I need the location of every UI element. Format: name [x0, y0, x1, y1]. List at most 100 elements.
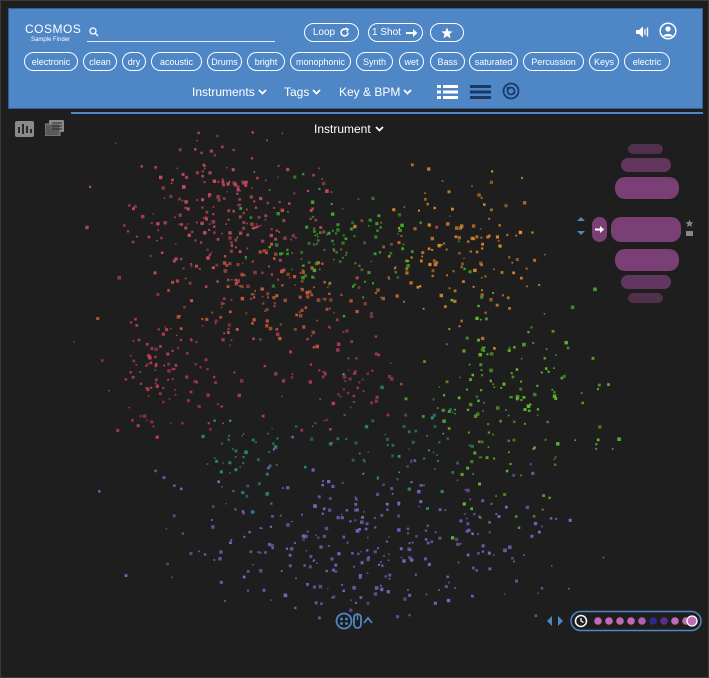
sample-point[interactable]: [381, 564, 384, 567]
sample-point[interactable]: [456, 542, 460, 546]
sample-point[interactable]: [170, 182, 173, 185]
sample-point[interactable]: [446, 437, 449, 440]
sample-point[interactable]: [457, 561, 460, 564]
sample-point[interactable]: [515, 397, 519, 401]
sample-point[interactable]: [128, 204, 131, 207]
sample-point[interactable]: [481, 544, 485, 548]
sample-point[interactable]: [189, 551, 193, 555]
sample-point[interactable]: [198, 267, 201, 270]
sample-point[interactable]: [419, 484, 423, 487]
sample-point[interactable]: [411, 250, 414, 253]
sample-point[interactable]: [234, 456, 237, 458]
sample-point[interactable]: [511, 375, 515, 379]
sample-point[interactable]: [498, 244, 502, 248]
sample-point[interactable]: [179, 338, 183, 342]
sample-point[interactable]: [202, 217, 205, 219]
sample-point[interactable]: [185, 175, 189, 179]
sample-point[interactable]: [257, 215, 261, 219]
sample-point[interactable]: [488, 217, 491, 220]
sample-point[interactable]: [493, 554, 495, 556]
sample-point[interactable]: [414, 429, 418, 433]
sample-point[interactable]: [209, 149, 213, 153]
sample-point[interactable]: [153, 271, 157, 275]
sample-point[interactable]: [267, 466, 270, 470]
sample-point[interactable]: [276, 437, 279, 440]
sample-point[interactable]: [319, 545, 323, 549]
sample-point[interactable]: [311, 425, 314, 428]
sample-point[interactable]: [196, 199, 199, 202]
sample-point[interactable]: [273, 302, 276, 305]
sample-point[interactable]: [221, 145, 224, 149]
sample-point[interactable]: [399, 547, 403, 551]
sample-point[interactable]: [411, 440, 415, 444]
sample-point[interactable]: [360, 268, 364, 272]
history-dot[interactable]: [616, 617, 624, 625]
sample-point[interactable]: [340, 516, 344, 520]
sample-point[interactable]: [419, 285, 422, 288]
sample-point[interactable]: [322, 297, 324, 300]
sample-point[interactable]: [316, 562, 318, 564]
sample-point[interactable]: [286, 523, 290, 527]
sample-point[interactable]: [438, 589, 440, 591]
sample-point[interactable]: [353, 508, 357, 512]
sample-point[interactable]: [264, 551, 267, 554]
sample-point[interactable]: [194, 363, 197, 366]
sample-point[interactable]: [611, 448, 614, 450]
sample-point[interactable]: [242, 456, 245, 459]
waveform-preview[interactable]: [628, 144, 663, 154]
sample-point[interactable]: [321, 178, 323, 180]
sample-point[interactable]: [408, 593, 412, 597]
sample-point[interactable]: [273, 206, 276, 209]
sample-point[interactable]: [234, 282, 239, 286]
sample-point[interactable]: [562, 374, 566, 378]
sample-point[interactable]: [178, 148, 182, 152]
sample-point[interactable]: [175, 243, 177, 246]
sample-point[interactable]: [354, 262, 357, 265]
sample-point[interactable]: [397, 501, 401, 505]
sample-point[interactable]: [161, 186, 165, 190]
sample-point[interactable]: [316, 242, 319, 245]
sample-point[interactable]: [266, 292, 270, 296]
sample-point[interactable]: [204, 285, 208, 288]
sample-point[interactable]: [226, 167, 228, 169]
sample-point[interactable]: [496, 406, 500, 410]
sample-point[interactable]: [167, 289, 170, 292]
tag-percussion[interactable]: Percussion: [523, 52, 584, 71]
waveform-view-icon[interactable]: [15, 121, 34, 137]
sample-point[interactable]: [498, 224, 501, 227]
sample-point[interactable]: [252, 293, 255, 296]
sample-point[interactable]: [520, 399, 523, 402]
sample-point[interactable]: [471, 185, 473, 187]
tag-clean[interactable]: clean: [83, 52, 117, 71]
sample-point[interactable]: [330, 191, 333, 193]
sample-point[interactable]: [265, 472, 269, 476]
sample-point[interactable]: [149, 254, 152, 257]
sample-point[interactable]: [453, 299, 457, 303]
sample-point[interactable]: [178, 213, 182, 217]
sample-point[interactable]: [536, 414, 539, 416]
sample-point[interactable]: [345, 509, 349, 512]
sample-point[interactable]: [238, 198, 242, 201]
sample-point[interactable]: [328, 442, 333, 446]
sample-point[interactable]: [471, 373, 475, 377]
sample-point[interactable]: [493, 347, 496, 350]
sample-point[interactable]: [342, 535, 346, 539]
sample-point[interactable]: [522, 342, 526, 347]
sample-point[interactable]: [250, 298, 252, 300]
sample-point[interactable]: [261, 239, 265, 243]
sample-point[interactable]: [410, 461, 412, 464]
sample-point[interactable]: [176, 347, 180, 350]
sample-point[interactable]: [275, 229, 279, 232]
sample-point[interactable]: [312, 560, 315, 562]
sample-point[interactable]: [184, 226, 188, 230]
sample-point[interactable]: [194, 239, 197, 242]
sample-point[interactable]: [437, 459, 440, 462]
sample-point[interactable]: [337, 393, 340, 396]
sample-point[interactable]: [436, 454, 438, 456]
sample-point[interactable]: [229, 241, 233, 245]
sample-point[interactable]: [355, 529, 360, 533]
sample-point[interactable]: [421, 251, 425, 255]
sample-point[interactable]: [244, 450, 248, 455]
sample-point[interactable]: [124, 378, 128, 381]
sample-point[interactable]: [330, 557, 334, 561]
